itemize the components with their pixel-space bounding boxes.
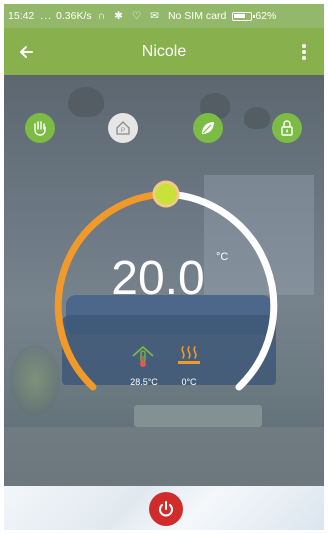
back-arrow-icon xyxy=(20,46,33,58)
device-title: Nicole xyxy=(141,43,187,60)
floor-heating-icon xyxy=(178,346,200,364)
overflow-menu-button[interactable] xyxy=(292,38,316,66)
status-dots: ... xyxy=(40,10,53,22)
status-time: 15:42 xyxy=(8,10,35,22)
set-temperature: 20.0 xyxy=(111,252,205,305)
temperature-unit: °C xyxy=(216,251,229,263)
status-battery-percent: 62% xyxy=(255,10,277,22)
app-header: Nicole xyxy=(4,28,324,75)
power-icon xyxy=(159,501,173,517)
room-temperature: 28.5°C xyxy=(130,377,158,387)
room-sensor xyxy=(128,343,158,369)
dial-knob[interactable] xyxy=(152,180,180,208)
power-button[interactable] xyxy=(149,492,183,526)
room-thermometer-icon xyxy=(132,346,154,367)
status-icons: ∩ ✱ ♡ ✉ xyxy=(97,10,162,22)
thermostat-panel: P 20.0 °C 28.5°C 0°C xyxy=(4,75,324,486)
battery-icon xyxy=(232,11,256,21)
floor-temperature: 0°C xyxy=(181,377,197,387)
status-bar: 15:42 ... 0.36K/s ∩ ✱ ♡ ✉ No SIM card 62… xyxy=(4,4,324,28)
back-button[interactable] xyxy=(12,38,40,66)
more-vertical-icon xyxy=(302,44,306,60)
status-network-speed: 0.36K/s xyxy=(56,10,92,22)
status-carrier: No SIM card xyxy=(167,10,227,22)
app-window: 15:42 ... 0.36K/s ∩ ✱ ♡ ✉ No SIM card 62… xyxy=(4,4,324,530)
floor-sensor xyxy=(174,343,204,369)
bottom-bar xyxy=(4,486,324,530)
